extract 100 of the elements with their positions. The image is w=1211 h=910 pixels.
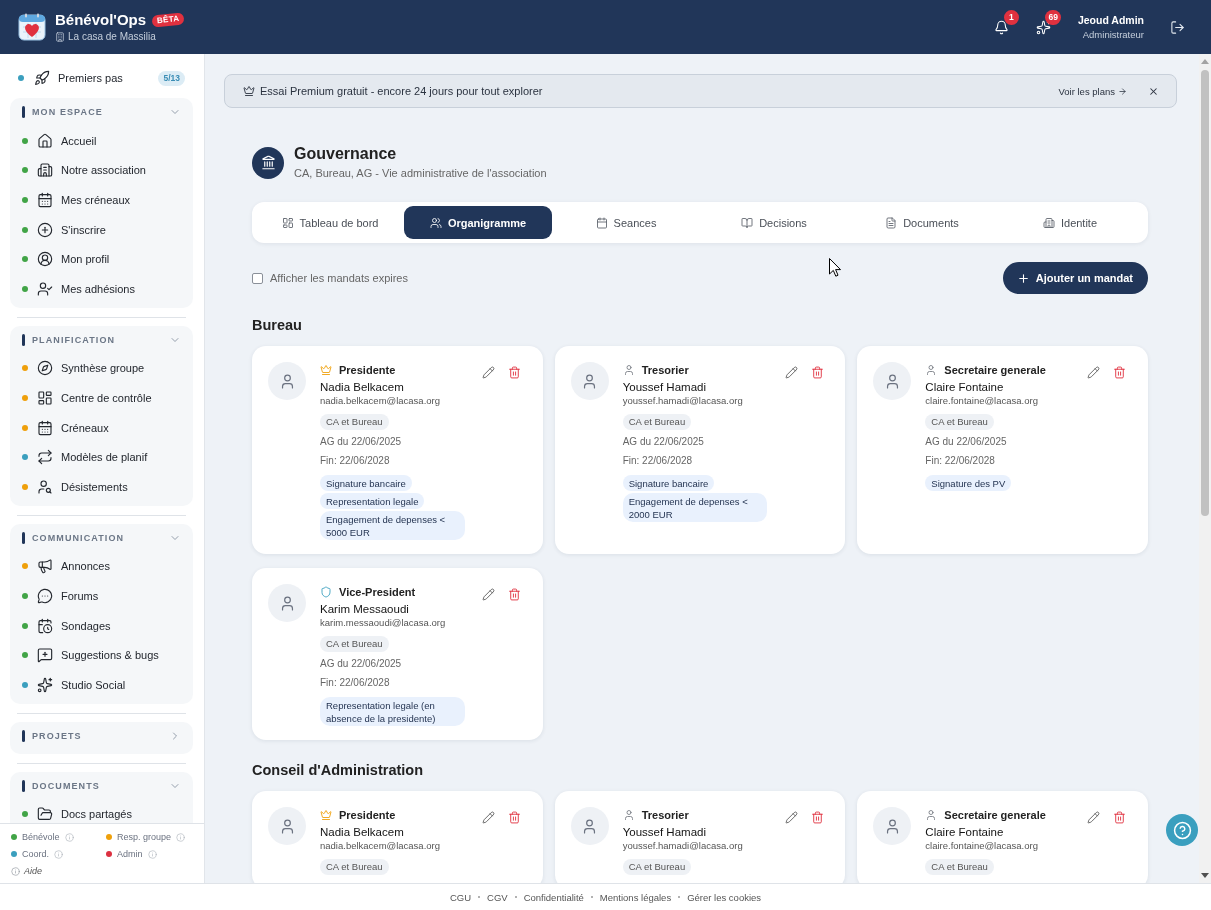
member-name: Claire Fontaine <box>925 825 1004 839</box>
info-icon <box>11 866 20 876</box>
footer-link[interactable]: CGV <box>487 891 508 903</box>
page-subtitle: CA, Bureau, AG - Vie administrative de l'association <box>294 166 547 180</box>
election-date: AG du 22/06/2025 <box>320 657 402 671</box>
tab[interactable]: Tableau de bord <box>256 206 404 239</box>
role-title: Tresorier <box>641 363 689 378</box>
crown-icon <box>243 85 255 97</box>
notifications-button[interactable]: 1 <box>992 10 1019 36</box>
body-tag: CA et Bureau <box>320 414 389 430</box>
user-name: Jeoud Admin <box>1077 13 1144 27</box>
permission-tag: Signature des PV <box>925 475 1012 491</box>
member-email: youssef.hamadi@lacasa.org <box>622 839 743 852</box>
tab[interactable]: Organigramme <box>404 206 552 239</box>
section-header[interactable]: COMMUNICATION <box>22 525 181 550</box>
nav-item[interactable]: Studio Social <box>37 676 126 693</box>
add-mandate-button[interactable]: Ajouter un mandat <box>1002 262 1148 294</box>
scrollbar[interactable] <box>1199 54 1211 883</box>
avatar-icon <box>268 807 306 845</box>
end-date: Fin: 22/06/2028 <box>320 454 390 468</box>
logout-icon <box>1169 19 1185 35</box>
nav-item[interactable]: Accueil <box>37 132 97 149</box>
suggestions-button[interactable]: 69 <box>1034 10 1061 36</box>
nav-item[interactable]: Forums <box>37 587 99 604</box>
footer-link[interactable]: Mentions légales <box>599 891 672 903</box>
nav-item[interactable]: Premiers pas <box>34 70 123 86</box>
nav-item[interactable]: Notre association <box>37 162 146 179</box>
role-title: Presidente <box>339 808 396 823</box>
group-title: Bureau <box>252 316 303 334</box>
tab[interactable]: Seances <box>552 206 700 239</box>
pencil-icon <box>482 810 496 824</box>
body-tag: CA et Bureau <box>925 859 994 875</box>
footer-link[interactable]: Confidentialité <box>523 891 584 903</box>
trash-icon <box>508 587 522 601</box>
scroll-down-arrow-icon[interactable] <box>1201 873 1209 878</box>
trash-icon <box>508 810 522 824</box>
checkbox[interactable] <box>252 272 263 284</box>
section-header[interactable]: DOCUMENTS <box>22 773 181 798</box>
building-icon <box>1042 216 1055 229</box>
users-icon <box>429 216 442 229</box>
building-icon <box>37 162 53 179</box>
section-header[interactable]: PLANIFICATION <box>22 327 181 352</box>
end-date: Fin: 22/06/2028 <box>622 454 693 468</box>
nav-item[interactable]: Mes adhésions <box>37 280 135 297</box>
help-link[interactable]: Aide <box>11 865 42 877</box>
member-name: Youssef Hamadi <box>622 825 706 839</box>
nav-item[interactable]: Docs partagés <box>37 806 132 823</box>
nav-item[interactable]: Suggestions & bugs <box>37 647 159 664</box>
body-tag: CA et Bureau <box>925 414 994 430</box>
mouse-cursor-icon <box>829 258 841 277</box>
building-icon <box>55 32 65 42</box>
trash-icon <box>1113 810 1127 824</box>
organization-name: La casa de Massilia <box>68 31 156 43</box>
nav-item[interactable]: Créneaux <box>37 419 109 436</box>
nav-item[interactable]: Sondages <box>37 617 111 634</box>
book-icon <box>741 216 754 229</box>
checkbox-label: Afficher les mandats expires <box>270 272 408 284</box>
plans-link[interactable]: Voir les plans <box>1058 85 1127 97</box>
section-header[interactable]: MON ESPACE <box>22 100 181 124</box>
body-tag: CA et Bureau <box>622 859 692 875</box>
tab[interactable]: Identite <box>996 206 1144 239</box>
tab[interactable]: Decisions <box>700 206 848 239</box>
nav-item[interactable]: Mes créneaux <box>37 192 131 208</box>
nav-item[interactable]: Annonces <box>37 558 110 575</box>
footer-link[interactable]: CGU <box>449 891 472 903</box>
member-name: Youssef Hamadi <box>622 380 706 394</box>
member-name: Claire Fontaine <box>925 380 1004 394</box>
app-logo <box>18 13 46 41</box>
pencil-icon <box>482 587 496 601</box>
permission-tag: Signature bancaire <box>622 475 715 491</box>
suggestion-count: 69 <box>1045 10 1061 25</box>
member-name: Karim Messaoudi <box>320 602 409 616</box>
tab[interactable]: Documents <box>848 206 996 239</box>
avatar-icon <box>570 362 609 400</box>
avatar-icon <box>268 362 306 400</box>
megaphone-icon <box>37 558 53 575</box>
election-date: AG du 22/06/2025 <box>925 435 1007 449</box>
election-date: AG du 22/06/2025 <box>622 435 704 449</box>
sparkles-icon <box>37 676 53 693</box>
avatar-icon <box>570 807 609 845</box>
banner-text: Essai Premium gratuit - encore 24 jours pour tout explorer <box>260 85 543 97</box>
nav-item[interactable]: Synthèse groupe <box>37 360 145 377</box>
scroll-up-arrow-icon[interactable] <box>1201 59 1209 64</box>
nav-item[interactable]: Désistements <box>37 478 128 495</box>
compass-icon <box>37 360 53 377</box>
footer-link[interactable]: Gérer les cookies <box>687 891 762 903</box>
dashboard-icon <box>37 389 53 406</box>
rocket-icon <box>34 70 50 86</box>
avatar-icon <box>873 362 912 400</box>
section-header[interactable]: PROJETS <box>22 723 181 748</box>
message-plus-icon <box>37 647 53 664</box>
body-tag: CA et Bureau <box>320 859 389 875</box>
nav-item[interactable]: S'inscrire <box>37 221 106 238</box>
nav-item[interactable]: Modèles de planif <box>37 449 148 466</box>
body-tag: CA et Bureau <box>320 636 389 652</box>
help-button[interactable] <box>1166 814 1198 846</box>
nav-item[interactable]: Centre de contrôle <box>37 389 152 406</box>
nav-item[interactable]: Mon profil <box>37 251 110 268</box>
calendar-icon <box>37 419 53 436</box>
scrollbar-thumb[interactable] <box>1201 70 1209 516</box>
